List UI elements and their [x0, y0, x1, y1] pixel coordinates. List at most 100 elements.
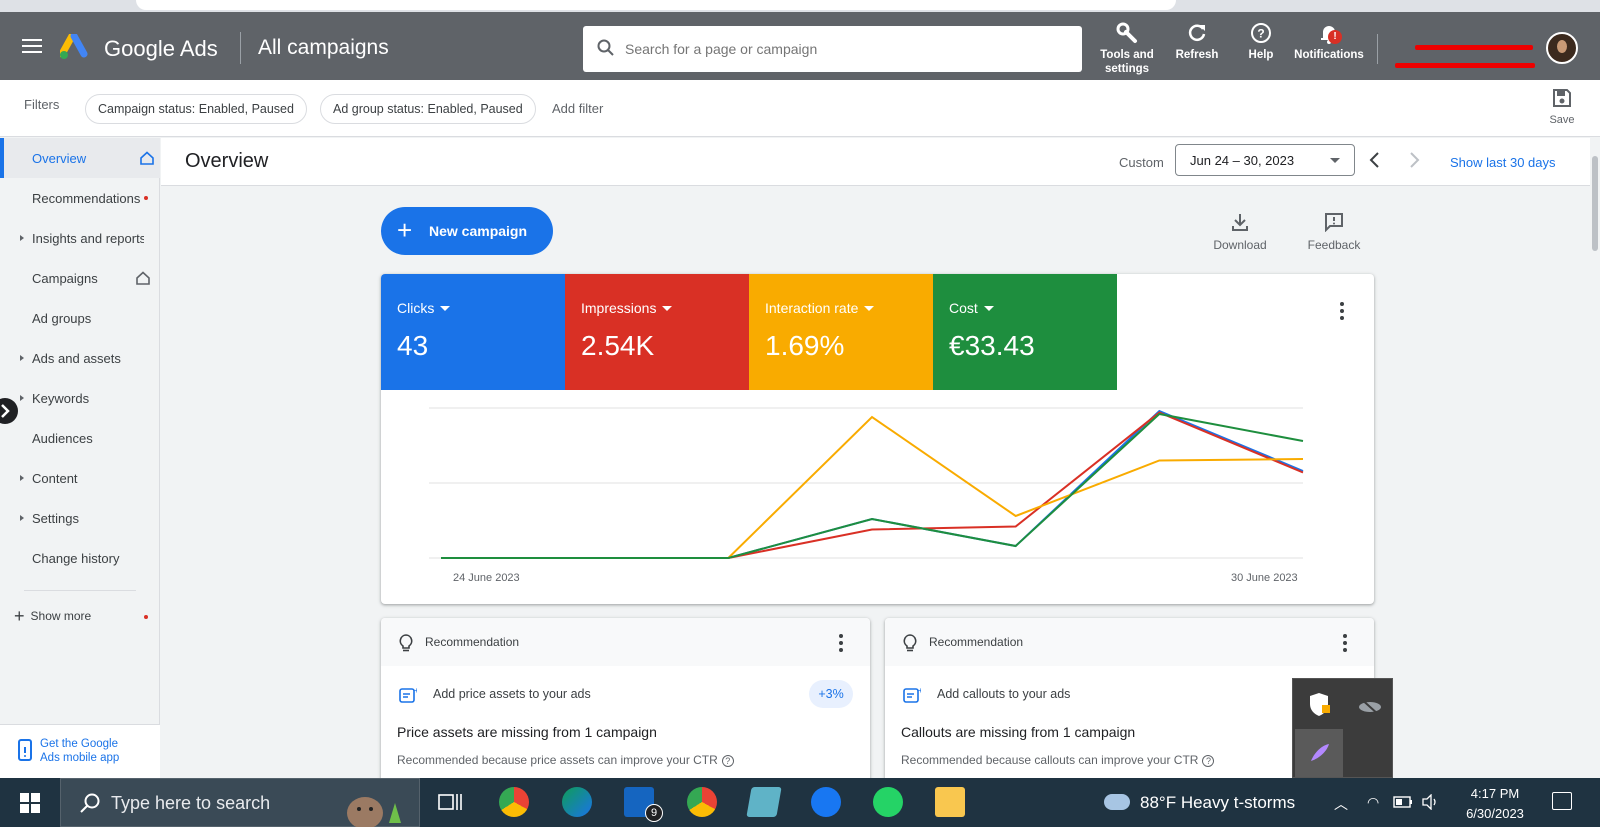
- clock-date: 6/30/2023: [1466, 806, 1524, 821]
- sidebar-item-label: Ads and assets: [32, 351, 121, 366]
- page-title[interactable]: All campaigns: [258, 36, 389, 60]
- help-icon[interactable]: ?: [721, 755, 734, 767]
- weather-widget[interactable]: 88°F Heavy t-storms: [1104, 792, 1295, 813]
- edge-app-icon[interactable]: [562, 787, 592, 817]
- date-range-value: Jun 24 – 30, 2023: [1190, 153, 1295, 168]
- sidebar-item-change-history[interactable]: Change history: [0, 538, 160, 578]
- help-button[interactable]: ? Help: [1241, 22, 1281, 62]
- sidebar-item-audiences[interactable]: Audiences: [0, 418, 160, 458]
- notifications-button[interactable]: Notifications: [1290, 22, 1368, 62]
- taskbar-search-box[interactable]: Type here to search: [60, 778, 420, 827]
- system-clock[interactable]: 4:17 PM 6/30/2023: [1455, 784, 1535, 824]
- sidebar-item-content[interactable]: Content: [0, 458, 160, 498]
- performance-card: Clicks 43 Impressions 2.54K Interaction …: [381, 274, 1374, 604]
- windows-start-icon[interactable]: [20, 793, 40, 813]
- scrollbar-thumb[interactable]: [1592, 156, 1598, 251]
- lightbulb-icon: [903, 634, 917, 652]
- sidebar-item-keywords[interactable]: Keywords: [0, 378, 160, 418]
- recommendation-title[interactable]: Add callouts to your ads: [937, 687, 1070, 701]
- series-line-2[interactable]: [441, 415, 1304, 559]
- expand-caret-icon: [20, 355, 24, 361]
- sidebar-item-ads-and-assets[interactable]: Ads and assets: [0, 338, 160, 378]
- recommendation-reason: Recommended because price assets can imp…: [397, 753, 734, 767]
- sidebar-item-insights-and-reports[interactable]: Insights and reports: [0, 218, 160, 258]
- metric-value: €33.43: [949, 330, 1035, 361]
- more-options-icon[interactable]: [839, 634, 843, 655]
- date-range-select[interactable]: Jun 24 – 30, 2023: [1175, 144, 1355, 176]
- mobile-app-link[interactable]: Get the Google Ads mobile app: [40, 737, 140, 765]
- download-button[interactable]: Download: [1210, 212, 1270, 252]
- save-icon: [1553, 89, 1571, 107]
- sidebar-item-campaigns[interactable]: Campaigns: [0, 258, 160, 298]
- tray-app-slot[interactable]: [1345, 681, 1393, 729]
- chevron-left-icon[interactable]: [1368, 150, 1382, 170]
- collapse-sidebar-button[interactable]: [0, 398, 18, 424]
- file-explorer-app-icon[interactable]: [935, 787, 965, 817]
- sidebar-item-recommendations[interactable]: Recommendations: [0, 178, 160, 218]
- refresh-button[interactable]: Refresh: [1172, 22, 1222, 62]
- page-scrollbar[interactable]: [1590, 138, 1600, 778]
- chrome-profile-app-icon[interactable]: [687, 787, 717, 817]
- tray-app-slot[interactable]: [1295, 681, 1343, 729]
- recommendation-card-price-assets: Recommendation + Add price assets to you…: [381, 618, 870, 788]
- battery-icon[interactable]: [1393, 796, 1413, 808]
- browser-address-bar[interactable]: [136, 0, 1176, 10]
- svg-text:?: ?: [1257, 27, 1264, 41]
- tools-and-settings-button[interactable]: Tools and settings: [1094, 22, 1160, 76]
- series-line-1[interactable]: [441, 411, 1304, 559]
- add-filter-button[interactable]: Add filter: [552, 101, 603, 116]
- volume-icon[interactable]: [1422, 794, 1440, 810]
- new-campaign-button[interactable]: + New campaign: [381, 207, 553, 255]
- notifications-label: Notifications: [1294, 49, 1364, 61]
- notifications-badge: !: [1328, 30, 1342, 44]
- search-input[interactable]: [625, 38, 1065, 60]
- more-options-icon[interactable]: [1340, 302, 1344, 323]
- custom-label: Custom: [1119, 155, 1164, 170]
- search-box[interactable]: [583, 26, 1082, 72]
- metric-interaction-rate[interactable]: Interaction rate 1.69%: [749, 274, 933, 390]
- notepad-app-icon[interactable]: [746, 787, 782, 817]
- campaign-status-filter-chip[interactable]: Campaign status: Enabled, Paused: [85, 94, 307, 124]
- help-icon[interactable]: ?: [1202, 755, 1215, 767]
- chevron-right-icon: [1, 404, 10, 418]
- metric-cost[interactable]: Cost €33.43: [933, 274, 1117, 390]
- overview-title: Overview: [185, 150, 269, 172]
- recommendation-title[interactable]: Add price assets to your ads: [433, 687, 591, 701]
- sidebar-item-overview[interactable]: Overview: [0, 138, 160, 178]
- facebook-app-icon[interactable]: [811, 787, 841, 817]
- avatar[interactable]: [1546, 32, 1578, 64]
- ad-group-status-filter-chip[interactable]: Ad group status: Enabled, Paused: [320, 94, 536, 124]
- series-line-0[interactable]: [441, 409, 1304, 559]
- chevron-up-icon[interactable]: ︿: [1334, 794, 1348, 814]
- metric-clicks[interactable]: Clicks 43: [381, 274, 565, 390]
- chevron-right-icon[interactable]: [1407, 150, 1421, 170]
- series-line-3[interactable]: [441, 412, 1304, 559]
- save-button[interactable]: Save: [1544, 88, 1580, 126]
- wifi-icon[interactable]: ◠: [1367, 794, 1379, 811]
- account-divider: [1377, 34, 1378, 64]
- chrome-app-icon[interactable]: [499, 787, 529, 817]
- onedrive-offline-icon: [1358, 696, 1381, 716]
- tray-app-slot[interactable]: [1295, 729, 1343, 777]
- clock-time: 4:17 PM: [1470, 786, 1520, 801]
- sidebar-item-label: Recommendations: [32, 191, 141, 206]
- tools-label: Tools and settings: [1100, 49, 1154, 75]
- recommendation-reason: Recommended because callouts can improve…: [901, 753, 1215, 767]
- feather-app-icon: [1311, 744, 1329, 761]
- show-more-button[interactable]: + Show more: [14, 604, 91, 626]
- whatsapp-app-icon[interactable]: [873, 787, 903, 817]
- notification-center-icon[interactable]: [1552, 792, 1572, 810]
- search-highlight-mascot-icon: [347, 797, 401, 827]
- task-view-icon[interactable]: [438, 792, 462, 812]
- sidebar-item-settings[interactable]: Settings: [0, 498, 160, 538]
- home-icon: [136, 271, 150, 285]
- mobile-app-promo[interactable]: Get the Google Ads mobile app: [0, 724, 160, 778]
- menu-icon[interactable]: [22, 39, 42, 53]
- show-last-30-days-link[interactable]: Show last 30 days: [1450, 155, 1556, 170]
- more-options-icon[interactable]: [1343, 634, 1347, 655]
- sidebar-item-ad-groups[interactable]: Ad groups: [0, 298, 160, 338]
- download-icon: [1232, 214, 1248, 231]
- metric-label-text: Impressions: [581, 300, 657, 316]
- feedback-button[interactable]: Feedback: [1304, 212, 1364, 252]
- metric-impressions[interactable]: Impressions 2.54K: [565, 274, 749, 390]
